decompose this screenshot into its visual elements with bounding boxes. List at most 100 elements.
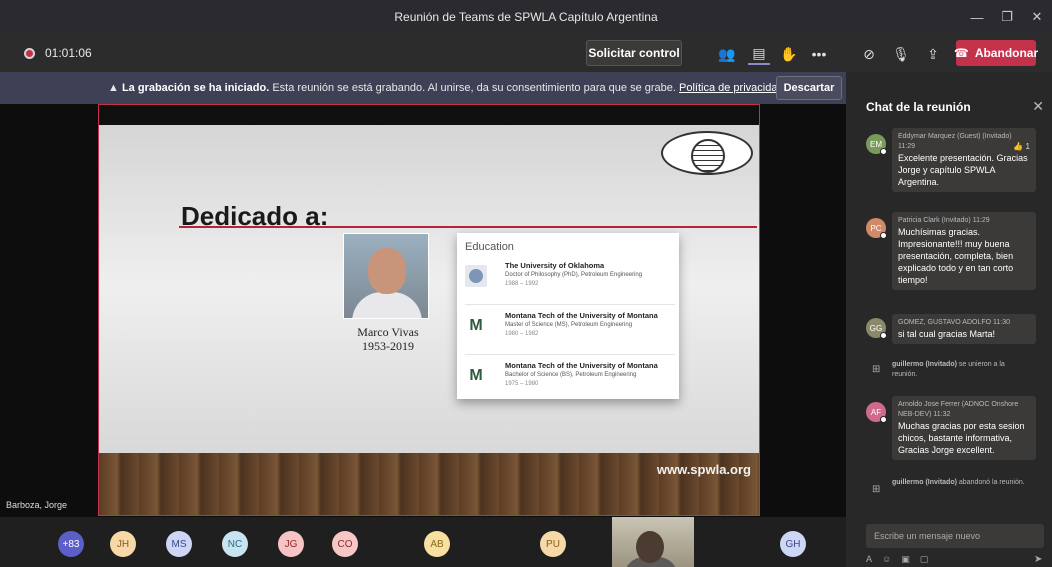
camera-off-icon[interactable]: ⊘ bbox=[858, 43, 880, 65]
participant-avatar[interactable]: GH bbox=[780, 531, 806, 557]
system-message: guillermo (Invitado) se unieron a la reu… bbox=[892, 360, 1032, 380]
request-control-button[interactable]: Solicitar control bbox=[586, 40, 682, 66]
emoji-icon[interactable]: ☺ bbox=[882, 554, 901, 564]
banner-bold: La grabación se ha iniciado. bbox=[121, 82, 270, 94]
participants-strip: +83 JH MS NC JG CO AB PU GH bbox=[0, 517, 846, 567]
participant-video[interactable] bbox=[612, 517, 694, 567]
chat-panel: Chat de la reunión ✕ EM Eddymar Marquez … bbox=[846, 72, 1052, 567]
portrait-caption: Marco Vivas 1953-2019 bbox=[343, 325, 433, 353]
leave-icon: ⊞ bbox=[872, 484, 881, 495]
shared-content-stage: Dedicado a: Marco Vivas 1953-2019 Educat… bbox=[0, 104, 846, 517]
education-item: M Montana Tech of the University of Mont… bbox=[465, 359, 675, 405]
oklahoma-logo-icon bbox=[465, 265, 487, 287]
education-years: 1975 – 1980 bbox=[505, 381, 539, 387]
recording-icon bbox=[24, 47, 35, 59]
chat-message: GOMEZ, GUSTAVO ADOLFO 11:30 si tal cual … bbox=[892, 314, 1036, 344]
message-meta: Arnoldo Jose Ferrer (ADNOC Onshore NEB-D… bbox=[898, 401, 1019, 418]
system-text: abandonó la reunión. bbox=[958, 479, 1025, 486]
like-reaction-icon[interactable]: 👍 1 bbox=[1013, 142, 1030, 151]
sticker-icon[interactable]: ▢ bbox=[920, 554, 939, 564]
message-body: si tal cual gracias Marta! bbox=[898, 329, 996, 339]
participant-avatar[interactable]: JG bbox=[278, 531, 304, 557]
window-controls: — ❐ ✕ bbox=[962, 0, 1052, 34]
participant-avatar[interactable]: MS bbox=[166, 531, 192, 557]
more-options-icon[interactable]: ••• bbox=[808, 43, 830, 65]
chat-message: Arnoldo Jose Ferrer (ADNOC Onshore NEB-D… bbox=[892, 396, 1036, 460]
message-meta: Patricia Clark (Invitado) 11:29 bbox=[898, 217, 990, 224]
education-item: M Montana Tech of the University of Mont… bbox=[465, 309, 675, 355]
participant-overflow[interactable]: +83 bbox=[58, 531, 84, 557]
person-name: Marco Vivas bbox=[357, 325, 419, 339]
avatar: PC bbox=[866, 218, 887, 239]
avatar: GG bbox=[866, 318, 887, 339]
chat-message: Eddymar Marquez (Guest) (Invitado) 11:29… bbox=[892, 128, 1036, 192]
message-body: Muchísimas gracias. Impresionante!!! muy… bbox=[898, 227, 1014, 285]
education-degree: Doctor of Philosophy (PhD), Petroleum En… bbox=[505, 272, 643, 278]
education-degree: Bachelor of Science (BS), Petroleum Engi… bbox=[505, 372, 637, 378]
montana-tech-logo-icon: M bbox=[469, 317, 483, 334]
slide-url: www.spwla.org bbox=[656, 462, 751, 477]
mic-off-icon[interactable]: 🎙 bbox=[890, 43, 912, 65]
message-body: Excelente presentación. Gracias Jorge y … bbox=[898, 153, 1028, 187]
dismiss-button[interactable]: Descartar bbox=[776, 76, 842, 100]
recording-timer: 01:01:06 bbox=[24, 46, 92, 60]
spwla-logo bbox=[661, 131, 753, 175]
education-degree: Master of Science (MS), Petroleum Engine… bbox=[505, 322, 633, 328]
participant-avatar[interactable]: CO bbox=[332, 531, 358, 557]
message-meta: Eddymar Marquez (Guest) (Invitado) 11:29 bbox=[898, 133, 1012, 150]
meeting-toolbar: 01:01:06 Solicitar control 👥 ▤ ✋ ••• ⊘ 🎙… bbox=[0, 34, 1052, 72]
education-item: The University of Oklahoma Doctor of Phi… bbox=[465, 259, 675, 305]
presenter-name: Barboza, Jorge bbox=[6, 500, 68, 510]
chat-title: Chat de la reunión bbox=[866, 100, 971, 114]
phone-icon: ☎ bbox=[953, 46, 969, 60]
avatar: AF bbox=[866, 402, 887, 423]
maximize-icon[interactable]: ❐ bbox=[992, 9, 1022, 25]
participant-avatar[interactable]: PU bbox=[540, 531, 566, 557]
education-title: Education bbox=[465, 241, 514, 253]
participant-avatar[interactable]: JH bbox=[110, 531, 136, 557]
minimize-icon[interactable]: — bbox=[962, 10, 992, 25]
leave-button[interactable]: ☎ Abandonar bbox=[953, 40, 1039, 66]
title-bar: Reunión de Teams de SPWLA Capítulo Argen… bbox=[0, 0, 1052, 34]
person-years: 1953-2019 bbox=[362, 339, 414, 353]
composer-toolbar: A☺▣▢ bbox=[866, 554, 938, 565]
message-body: Muchas gracias por esta sesion chicos, b… bbox=[898, 421, 1025, 455]
education-card: Education The University of Oklahoma Doc… bbox=[457, 233, 679, 399]
warning-icon: ▲ bbox=[108, 82, 119, 94]
avatar: EM bbox=[866, 134, 887, 155]
system-user: guillermo (Invitado) bbox=[892, 479, 957, 486]
format-icon[interactable]: A bbox=[866, 554, 882, 564]
chat-message: Patricia Clark (Invitado) 11:29 Muchísim… bbox=[892, 212, 1036, 290]
montana-tech-logo-icon: M bbox=[469, 367, 483, 384]
banner-text: ▲ La grabación se ha iniciado. Esta reun… bbox=[108, 82, 784, 94]
message-meta: GOMEZ, GUSTAVO ADOLFO 11:30 bbox=[898, 319, 1011, 326]
timer-text: 01:01:06 bbox=[45, 46, 92, 60]
close-icon[interactable]: ✕ bbox=[1032, 98, 1044, 115]
leave-label: Abandonar bbox=[974, 46, 1039, 60]
education-years: 1988 – 1992 bbox=[505, 281, 539, 287]
system-message: guillermo (Invitado) abandonó la reunión… bbox=[892, 478, 1032, 488]
portrait-photo bbox=[343, 233, 429, 319]
system-user: guillermo (Invitado) bbox=[892, 361, 957, 368]
raise-hand-icon[interactable]: ✋ bbox=[778, 43, 800, 65]
chat-icon[interactable]: ▤ bbox=[748, 43, 770, 65]
participants-icon[interactable]: 👥 bbox=[716, 43, 738, 65]
recording-banner: ▲ La grabación se ha iniciado. Esta reun… bbox=[0, 72, 846, 104]
participant-avatar[interactable]: AB bbox=[424, 531, 450, 557]
chat-message-input[interactable]: Escribe un mensaje nuevo bbox=[866, 524, 1044, 548]
gif-icon[interactable]: ▣ bbox=[901, 554, 920, 564]
window-title: Reunión de Teams de SPWLA Capítulo Argen… bbox=[394, 10, 658, 24]
send-icon[interactable]: ➤ bbox=[1034, 554, 1042, 565]
shared-slide: Dedicado a: Marco Vivas 1953-2019 Educat… bbox=[98, 104, 760, 516]
privacy-link[interactable]: Política de privacidad bbox=[679, 82, 784, 94]
education-school: Montana Tech of the University of Montan… bbox=[505, 361, 658, 370]
education-school: Montana Tech of the University of Montan… bbox=[505, 311, 658, 320]
participant-avatar[interactable]: NC bbox=[222, 531, 248, 557]
education-school: The University of Oklahoma bbox=[505, 261, 605, 270]
share-screen-icon[interactable]: ⇪ bbox=[922, 43, 944, 65]
join-icon: ⊞ bbox=[872, 364, 881, 375]
banner-message: Esta reunión se está grabando. Al unirse… bbox=[272, 82, 676, 94]
close-icon[interactable]: ✕ bbox=[1022, 9, 1052, 25]
education-years: 1980 – 1982 bbox=[505, 331, 539, 337]
heading-underline bbox=[179, 226, 757, 228]
